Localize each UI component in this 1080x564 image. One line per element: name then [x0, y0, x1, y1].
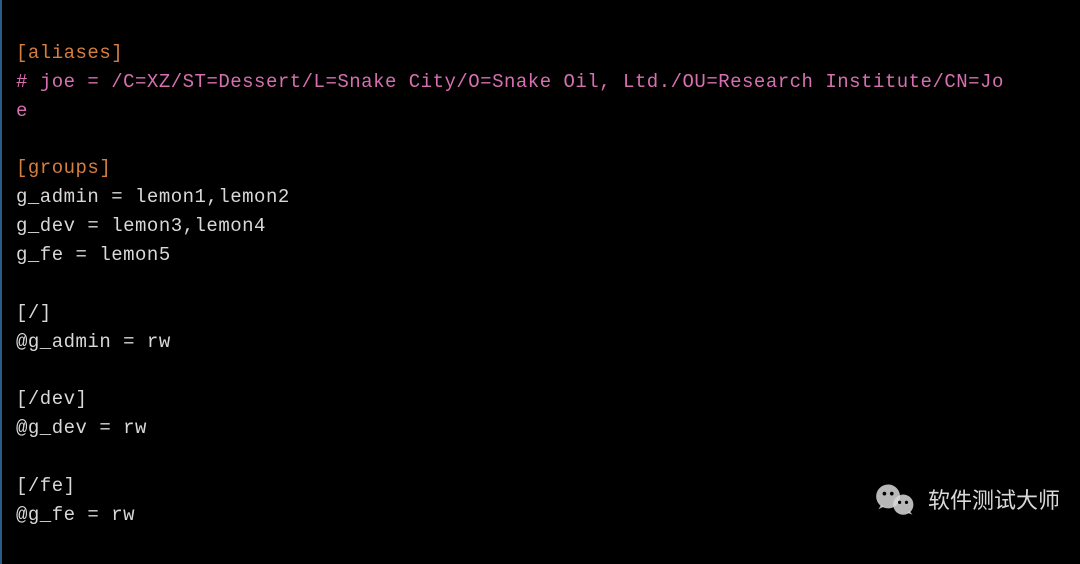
perm-fe: @g_fe = rw [16, 504, 135, 526]
path-fe: [/fe] [16, 475, 76, 497]
group-admin: g_admin = lemon1,lemon2 [16, 186, 290, 208]
perm-admin: @g_admin = rw [16, 331, 171, 353]
path-root: [/] [16, 302, 52, 324]
perm-dev: @g_dev = rw [16, 417, 147, 439]
watermark-text: 软件测试大师 [928, 484, 1060, 517]
terminal-content: [aliases] # joe = /C=XZ/ST=Dessert/L=Sna… [16, 10, 1066, 530]
comment-hash: # [16, 71, 40, 93]
comment-joe-wrap: e [16, 100, 28, 122]
section-groups: [groups] [16, 157, 111, 179]
group-dev: g_dev = lemon3,lemon4 [16, 215, 266, 237]
comment-joe: joe = /C=XZ/ST=Dessert/L=Snake City/O=Sn… [40, 71, 1004, 93]
group-fe: g_fe = lemon5 [16, 244, 171, 266]
path-dev: [/dev] [16, 388, 87, 410]
section-aliases: [aliases] [16, 42, 123, 64]
wechat-icon [872, 478, 918, 524]
watermark: 软件测试大师 [872, 478, 1060, 524]
